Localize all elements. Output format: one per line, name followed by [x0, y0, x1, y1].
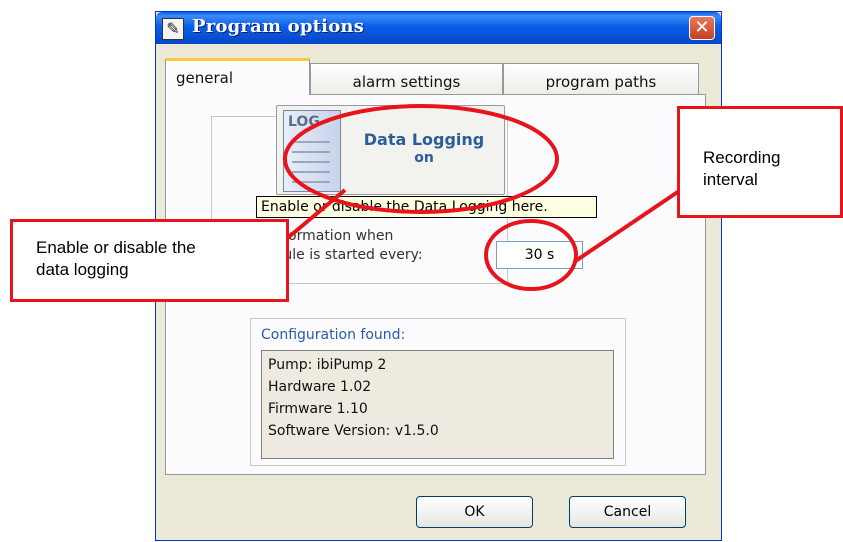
callout-line: data logging — [36, 260, 129, 279]
right-callout-pointer — [572, 183, 690, 264]
recording-interval-callout: Recording interval — [677, 106, 843, 218]
callout-line: interval — [703, 170, 758, 189]
callout-line: Recording — [703, 148, 781, 167]
interval-highlight-ellipse — [484, 219, 578, 291]
tab-general[interactable]: general — [165, 58, 310, 95]
enable-logging-callout: Enable or disable the data logging — [10, 219, 289, 302]
callout-line: Enable or disable the — [36, 238, 196, 257]
tab-label: general — [176, 69, 234, 87]
logging-highlight-ellipse — [283, 104, 559, 214]
